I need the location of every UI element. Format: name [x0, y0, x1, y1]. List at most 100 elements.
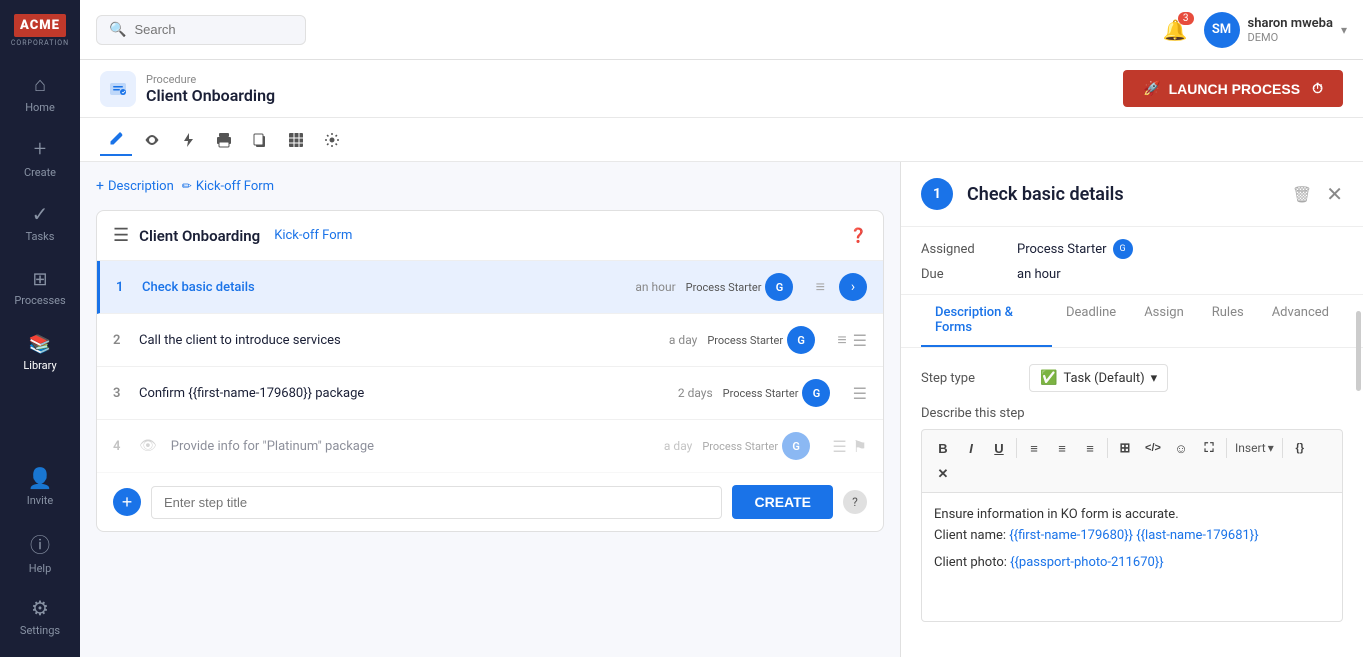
sidebar-item-help[interactable]: ⓘ Help [0, 519, 80, 584]
separator [1016, 438, 1017, 458]
panel-tabs: Description & Forms Deadline Assign Rule… [901, 295, 1363, 348]
user-menu[interactable]: SM sharon mweba DEMO ▾ [1204, 12, 1347, 48]
sidebar-item-create[interactable]: + Create [0, 125, 80, 190]
eye-slash-icon: 👁 [139, 438, 157, 454]
describe-label: Describe this step [921, 406, 1343, 421]
sidebar-item-home[interactable]: ⌂ Home [0, 60, 80, 125]
step-menu-icon[interactable]: ≡ [816, 277, 825, 297]
step-arrow-button[interactable]: › [839, 273, 867, 301]
step-row[interactable]: 4 👁 Provide info for "Platinum" package … [97, 420, 883, 473]
rocket-icon: 🚀 [1143, 80, 1160, 97]
editor-var-2: {{last-name-179681}} [1136, 528, 1258, 543]
help-button[interactable]: ? [843, 490, 867, 514]
step-name: Confirm {{first-name-179680}} package [139, 386, 643, 401]
chevron-down-icon: ▾ [1341, 23, 1347, 37]
fullscreen-button[interactable]: ⛶ [1196, 436, 1222, 460]
chevron-down-icon: ▾ [1268, 441, 1274, 455]
panel-step-number: 1 [921, 178, 953, 210]
toolbar-edit-btn[interactable] [100, 124, 132, 156]
topbar: 🔍 🔔 3 SM sharon mweba DEMO ▾ [80, 0, 1363, 60]
toolbar-lightning-btn[interactable] [172, 124, 204, 156]
add-step-button[interactable]: + [113, 488, 141, 516]
create-step-button[interactable]: CREATE [732, 485, 833, 519]
tab-assign[interactable]: Assign [1130, 295, 1198, 347]
step-duration: a day [637, 333, 697, 347]
step-assignee: Process Starter G [686, 273, 806, 301]
sub-nav-description[interactable]: + Description [96, 178, 174, 194]
tab-deadline[interactable]: Deadline [1052, 295, 1130, 347]
tab-advanced[interactable]: Advanced [1258, 295, 1343, 347]
scrollbar-thumb[interactable] [1356, 311, 1361, 391]
italic-button[interactable]: I [958, 436, 984, 460]
toolbar [80, 118, 1363, 162]
assignee-name: Process Starter [702, 440, 778, 453]
step-number: 1 [116, 280, 132, 295]
emoji-button[interactable]: ☺ [1168, 436, 1194, 460]
variable-button[interactable]: {} [1287, 436, 1313, 460]
editor-line-3-label: Client photo: [934, 555, 1010, 570]
separator [1226, 438, 1227, 458]
search-icon: 🔍 [109, 22, 126, 38]
create-icon: + [34, 137, 46, 162]
step-assignee: Process Starter G [702, 432, 822, 460]
step-actions: ≡ [816, 277, 825, 297]
tab-description-forms[interactable]: Description & Forms [921, 295, 1052, 347]
clear-button[interactable]: ✕ [930, 462, 956, 486]
add-step-input[interactable] [151, 486, 722, 519]
chevron-down-icon: ▾ [1151, 371, 1158, 386]
step-assignee: Process Starter G [707, 326, 827, 354]
toolbar-copy-btn[interactable] [244, 124, 276, 156]
align-center-button[interactable]: ≡ [1049, 436, 1075, 460]
step-row[interactable]: 3 Confirm {{first-name-179680}} package … [97, 367, 883, 420]
underline-button[interactable]: U [986, 436, 1012, 460]
sidebar-item-tasks[interactable]: ✓ Tasks [0, 190, 80, 255]
toolbar-table-btn[interactable] [280, 124, 312, 156]
editor-toolbar: B I U ≡ ≡ ≡ ⊞ </> ☺ ⛶ Insert ▾ [921, 429, 1343, 492]
close-button[interactable]: ✕ [1326, 182, 1343, 206]
panel-meta: Assigned Process Starter G Due an hour [901, 227, 1363, 295]
image-button[interactable]: ⊞ [1112, 436, 1138, 460]
due-value: an hour [1017, 267, 1061, 282]
step-row[interactable]: 1 Check basic details an hour Process St… [97, 261, 883, 314]
toolbar-print-btn[interactable] [208, 124, 240, 156]
list-icon: ☰ [113, 225, 129, 246]
step-list-icon[interactable]: ☰ [853, 384, 867, 403]
sub-nav: + Description ✏ Kick-off Form [96, 178, 884, 194]
sidebar-item-library[interactable]: 📚 Library [0, 320, 80, 385]
panel-header: 1 Check basic details 🗑 ✕ [901, 162, 1363, 227]
toolbar-settings-btn[interactable] [316, 124, 348, 156]
search-box[interactable]: 🔍 [96, 15, 306, 45]
sidebar-item-processes[interactable]: ⊞ Processes [0, 255, 80, 320]
align-left-button[interactable]: ≡ [1021, 436, 1047, 460]
step-flag-icon[interactable]: ⚑ [853, 437, 867, 456]
settings-icon: ⚙ [31, 596, 49, 620]
sidebar-item-invite[interactable]: 👤 Invite [0, 454, 80, 519]
user-info: sharon mweba DEMO [1248, 16, 1333, 44]
sidebar: ACME CORPORATION ⌂ Home + Create ✓ Tasks… [0, 0, 80, 657]
tab-rules[interactable]: Rules [1198, 295, 1258, 347]
assigned-value: Process Starter G [1017, 239, 1133, 259]
help-icon: ⓘ [30, 529, 50, 558]
insert-dropdown[interactable]: Insert ▾ [1231, 441, 1278, 455]
step-list-icon[interactable]: ☰ [832, 437, 846, 456]
sidebar-item-settings[interactable]: ⚙ Settings [0, 584, 80, 649]
delete-icon[interactable]: 🗑 [1292, 185, 1312, 204]
step-type-select[interactable]: ✅ Task (Default) ▾ [1029, 364, 1168, 392]
code-button[interactable]: </> [1140, 436, 1166, 460]
bold-button[interactable]: B [930, 436, 956, 460]
step-row[interactable]: 2 Call the client to introduce services … [97, 314, 883, 367]
notifications-button[interactable]: 🔔 3 [1163, 18, 1188, 42]
list-ordered-button[interactable]: ≡ [1077, 436, 1103, 460]
toolbar-view-btn[interactable] [136, 124, 168, 156]
guest-chip: G [1113, 239, 1133, 259]
step-menu-icon[interactable]: ≡ [837, 330, 846, 350]
sub-nav-kickoff[interactable]: ✏ Kick-off Form [182, 179, 274, 194]
steps-card-header: ☰ Client Onboarding Kick-off Form ❓ [97, 211, 883, 261]
procedure-info: Procedure Client Onboarding [100, 71, 275, 107]
search-input[interactable] [134, 22, 274, 37]
step-number: 2 [113, 333, 129, 348]
editor-area[interactable]: Ensure information in KO form is accurat… [921, 492, 1343, 622]
help-circle-icon[interactable]: ❓ [850, 228, 867, 244]
step-list-icon[interactable]: ☰ [853, 331, 867, 350]
launch-process-button[interactable]: 🚀 LAUNCH PROCESS ⏱ [1123, 70, 1343, 107]
